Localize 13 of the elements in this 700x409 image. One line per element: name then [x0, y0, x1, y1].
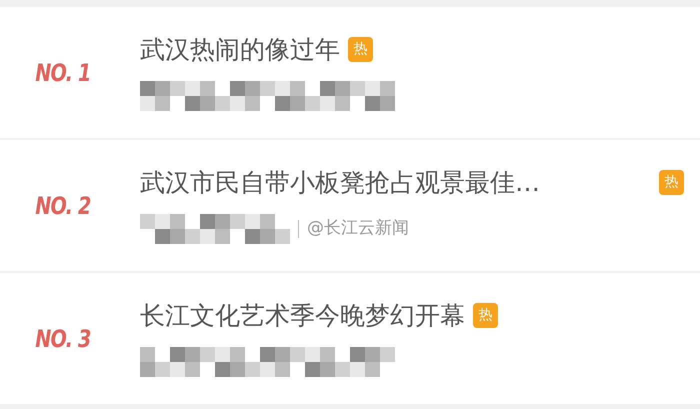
headline-title: 武汉热闹的像过年	[140, 34, 340, 64]
list-row[interactable]: NO. 2 武汉市民自带小板凳抢占观景最佳… 热 @长江云新闻	[0, 140, 700, 271]
source-label: @长江云新闻	[307, 216, 409, 240]
rank-label: NO. 3	[34, 324, 92, 354]
hot-badge: 热	[348, 37, 373, 62]
hot-badge: 热	[473, 303, 498, 328]
headline-title: 长江文化艺术季今晚梦幻开幕	[140, 300, 465, 330]
hot-badge: 热	[659, 170, 684, 195]
rank-label: NO. 2	[34, 190, 92, 222]
rank-label: NO. 1	[34, 58, 92, 88]
headline-title: 武汉市民自带小板凳抢占观景最佳…	[140, 168, 540, 198]
list-row[interactable]: NO. 3 长江文化艺术季今晚梦幻开幕 热	[0, 273, 700, 404]
list-row[interactable]: NO. 1 武汉热闹的像过年 热	[0, 7, 700, 138]
